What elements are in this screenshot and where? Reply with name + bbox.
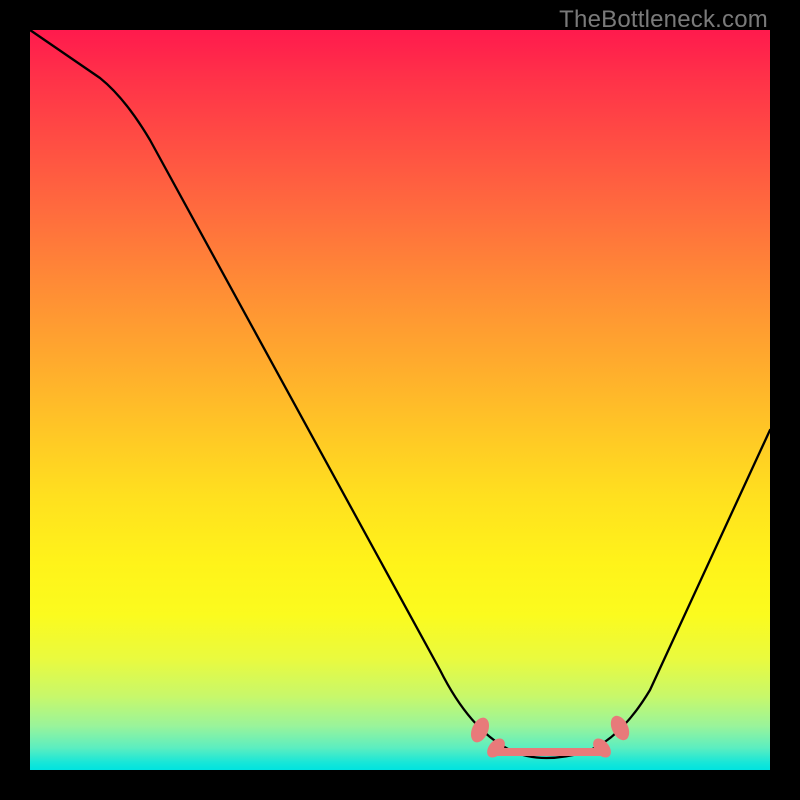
bottleneck-curve-path: [30, 30, 770, 758]
curve-svg: [30, 30, 770, 770]
chart-frame: TheBottleneck.com: [0, 0, 800, 800]
plot-area: [30, 30, 770, 770]
